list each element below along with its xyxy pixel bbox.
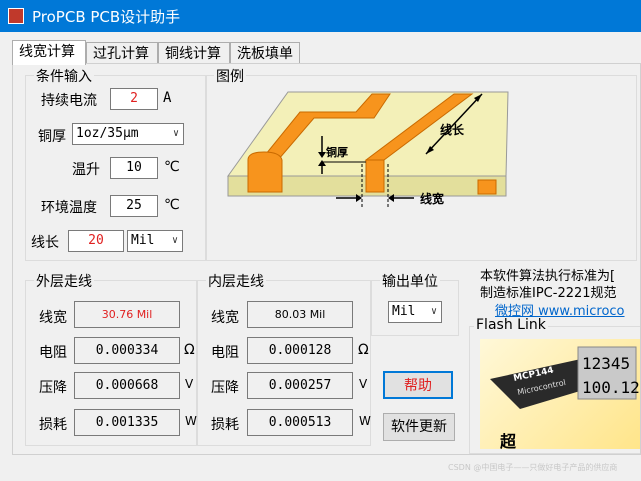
outer-drop-label: 压降 xyxy=(39,380,67,396)
inner-legend: 内层走线 xyxy=(206,271,266,291)
help-button[interactable]: 帮助 xyxy=(383,371,453,399)
outer-drop-output: 0.000668 xyxy=(74,372,180,399)
conditions-legend: 条件输入 xyxy=(34,66,94,86)
inner-loss-unit: W xyxy=(359,414,371,428)
outer-loss-unit: W xyxy=(185,414,197,428)
flash-banner-art: MCP144 Microcontrol 12345 100.12 超 xyxy=(490,346,640,449)
ambient-label: 环境温度 xyxy=(41,200,97,216)
outer-resistance-unit: Ω xyxy=(184,342,195,358)
inner-resistance-label: 电阻 xyxy=(211,345,239,361)
inner-resistance-output: 0.000128 xyxy=(247,337,353,364)
current-label: 持续电流 xyxy=(41,93,97,109)
diagram-group: 图例 铜厚 线长 线宽 xyxy=(205,66,637,261)
chevron-down-icon: ∨ xyxy=(171,235,178,246)
length-input[interactable]: 20 xyxy=(68,230,124,252)
lcd-top-value: 12345 xyxy=(582,354,630,373)
diagram-width-label: 线宽 xyxy=(420,191,444,206)
thickness-label: 铜厚 xyxy=(38,129,66,145)
flash-banner[interactable]: MCP144 Microcontrol 12345 100.12 超 xyxy=(480,339,640,449)
flash-legend: Flash Link xyxy=(474,317,548,333)
length-unit-select[interactable]: Mil ∨ xyxy=(127,230,183,252)
outer-loss-output: 0.001335 xyxy=(74,409,180,436)
inner-width-output: 80.03 Mil xyxy=(247,301,353,328)
inner-width-label: 线宽 xyxy=(211,310,239,326)
inner-drop-label: 压降 xyxy=(211,380,239,396)
window-title: ProPCB PCB设计助手 xyxy=(32,8,181,26)
app-icon xyxy=(8,8,24,24)
trace-edge xyxy=(477,179,497,195)
ambient-unit: ℃ xyxy=(164,197,180,213)
trace-left-section xyxy=(247,151,283,193)
length-label: 线长 xyxy=(31,235,59,251)
tab-panel: 条件输入 持续电流 2 A 铜厚 1oz/35μm ∨ 温升 10 ℃ 环境温度… xyxy=(12,63,641,455)
inner-loss-output: 0.000513 xyxy=(247,409,353,436)
chevron-down-icon: ∨ xyxy=(172,128,179,139)
diagram-thickness-label: 铜厚 xyxy=(325,145,348,159)
outer-width-output: 30.76 Mil xyxy=(74,301,180,328)
temp-rise-unit: ℃ xyxy=(164,159,180,175)
outer-legend: 外层走线 xyxy=(34,271,94,291)
chevron-down-icon: ∨ xyxy=(430,306,437,317)
length-unit-value: Mil xyxy=(131,233,155,248)
watermark: CSDN @中国电子——只做好电子产品的供应商 xyxy=(448,463,618,472)
diagram-length-label: 线长 xyxy=(440,122,465,137)
tab-fab-order[interactable]: 洗板填单 xyxy=(230,42,300,64)
inner-resistance-unit: Ω xyxy=(358,342,369,358)
outer-layer-group: 外层走线 线宽 30.76 Mil 电阻 0.000334 Ω 压降 0.000… xyxy=(25,271,197,446)
thickness-value: 1oz/35μm xyxy=(76,126,139,141)
lcd-bottom-value: 100.12 xyxy=(582,378,640,397)
tab-copper-wire[interactable]: 铜线计算 xyxy=(158,42,230,64)
tab-via[interactable]: 过孔计算 xyxy=(86,42,158,64)
outer-resistance-output: 0.000334 xyxy=(74,337,180,364)
inner-drop-unit: V xyxy=(359,377,368,391)
output-unit-value: Mil xyxy=(392,304,416,319)
outer-resistance-label: 电阻 xyxy=(39,345,67,361)
inner-drop-output: 0.000257 xyxy=(247,372,353,399)
conditions-group: 条件输入 持续电流 2 A 铜厚 1oz/35μm ∨ 温升 10 ℃ 环境温度… xyxy=(25,66,207,261)
thickness-select[interactable]: 1oz/35μm ∨ xyxy=(72,123,184,145)
inner-layer-group: 内层走线 线宽 80.03 Mil 电阻 0.000128 Ω 压降 0.000… xyxy=(197,271,371,446)
standard-info-line2: 制造标准IPC-2221规范 xyxy=(480,286,617,301)
flash-link-group: Flash Link MCP144 Microcontrol 12345 100… xyxy=(469,317,640,454)
output-unit-select[interactable]: Mil ∨ xyxy=(388,301,442,323)
update-button[interactable]: 软件更新 xyxy=(383,413,455,441)
tab-line-width[interactable]: 线宽计算 xyxy=(12,40,86,65)
pcb-trace-diagram: 铜厚 线长 线宽 xyxy=(227,91,509,208)
output-unit-group: 输出单位 Mil ∨ xyxy=(371,271,459,336)
outer-loss-label: 损耗 xyxy=(39,417,67,433)
temp-rise-label: 温升 xyxy=(72,162,100,178)
outer-width-label: 线宽 xyxy=(39,310,67,326)
outer-drop-unit: V xyxy=(185,377,194,391)
inner-loss-label: 损耗 xyxy=(211,417,239,433)
temp-rise-input[interactable]: 10 xyxy=(110,157,158,179)
title-bar: ProPCB PCB设计助手 xyxy=(0,0,641,32)
banner-caption: 超 xyxy=(499,432,517,449)
current-unit: A xyxy=(163,90,172,106)
output-unit-legend: 输出单位 xyxy=(380,271,440,291)
trace-right-section xyxy=(365,159,385,193)
ambient-input[interactable]: 25 xyxy=(110,195,158,217)
current-input[interactable]: 2 xyxy=(110,88,158,110)
